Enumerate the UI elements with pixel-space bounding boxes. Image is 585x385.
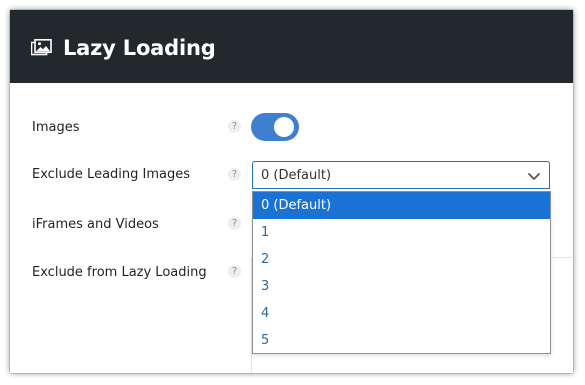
images-icon bbox=[31, 39, 52, 56]
panel-header: Lazy Loading bbox=[10, 10, 573, 83]
toggle-knob bbox=[274, 117, 294, 137]
iframes-videos-label: iFrames and Videos bbox=[32, 217, 159, 232]
exclude-leading-images-help-icon[interactable]: ? bbox=[228, 168, 241, 181]
chevron-down-icon bbox=[528, 173, 540, 180]
dropdown-option[interactable]: 1 bbox=[253, 219, 550, 246]
images-help-icon[interactable]: ? bbox=[228, 120, 241, 133]
dropdown-option[interactable]: 0 (Default) bbox=[253, 192, 550, 219]
lazy-loading-panel: Lazy Loading Images ? Exclude Leading Im… bbox=[10, 10, 573, 373]
exclude-from-lazy-loading-help-icon[interactable]: ? bbox=[228, 265, 241, 278]
dropdown-option[interactable]: 4 bbox=[253, 300, 550, 327]
dropdown-option[interactable]: 3 bbox=[253, 273, 550, 300]
select-dropdown-list: 0 (Default) 1 2 3 4 5 bbox=[252, 191, 551, 354]
dropdown-option[interactable]: 2 bbox=[253, 246, 550, 273]
exclude-from-lazy-loading-label: Exclude from Lazy Loading bbox=[32, 265, 207, 280]
exclude-leading-images-select[interactable]: 0 (Default) bbox=[252, 161, 550, 189]
exclude-leading-images-label: Exclude Leading Images bbox=[32, 167, 191, 182]
images-toggle[interactable] bbox=[251, 113, 299, 141]
images-label: Images bbox=[32, 120, 80, 135]
panel-title: Lazy Loading bbox=[63, 36, 216, 60]
iframes-videos-help-icon[interactable]: ? bbox=[228, 217, 241, 230]
dropdown-option[interactable]: 5 bbox=[253, 327, 550, 354]
select-value: 0 (Default) bbox=[261, 168, 332, 183]
